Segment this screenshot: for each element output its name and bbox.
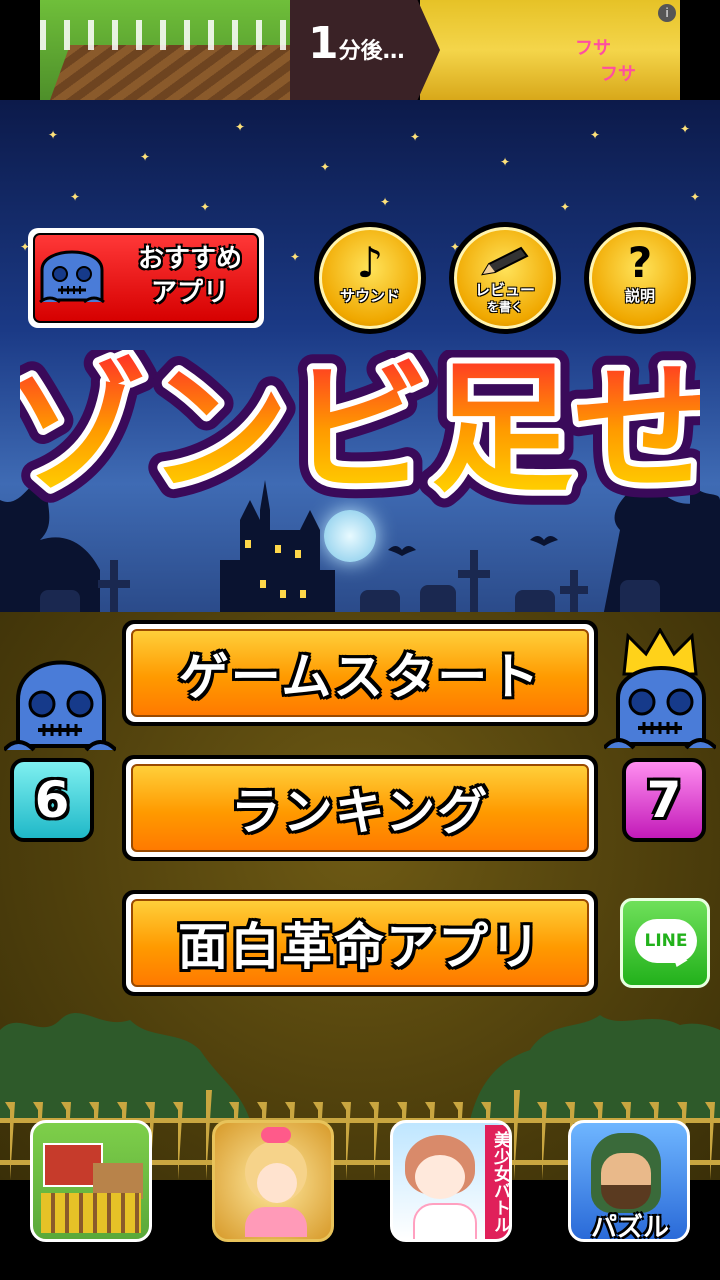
left-score-badge: 6: [10, 758, 94, 842]
question-icon: ?: [627, 238, 653, 287]
pencil-icon: [481, 246, 529, 276]
ranking-button[interactable]: ランキング: [122, 755, 598, 861]
right-score-badge: 7: [622, 758, 706, 842]
zombie-face-icon: [39, 250, 105, 304]
ranking-label: ランキング: [230, 783, 490, 841]
sound-label: サウンド: [339, 287, 400, 305]
app-title-puzzle: パズル: [590, 1213, 669, 1242]
game-start-button[interactable]: ゲームスタート: [122, 620, 598, 726]
app-title-bishoujo-battle: 美少女バトル: [485, 1125, 509, 1239]
game-title-text: ゾンビ足せ: [20, 350, 700, 510]
line-share-button[interactable]: LINE: [620, 898, 710, 988]
ad-text: 1分後…: [308, 18, 405, 69]
review-button[interactable]: レビュー を書く: [449, 222, 561, 334]
fun-revolution-apps-button[interactable]: 面白革命アプリ: [122, 890, 598, 996]
review-label: レビュー を書く: [474, 281, 535, 315]
recommend-apps-button[interactable]: おすすめ アプリ: [28, 228, 264, 328]
app-icon-puzzle[interactable]: パズル: [568, 1120, 690, 1242]
music-note-icon: ♪: [356, 238, 384, 287]
zombie-mascot-right-crowned: [604, 628, 716, 750]
ad-farm-field: [49, 45, 311, 100]
help-label: 説明: [624, 287, 655, 305]
help-button[interactable]: ? 説明: [584, 222, 696, 334]
sound-button[interactable]: ♪ サウンド: [314, 222, 426, 334]
ad-wheat-field: [420, 0, 680, 100]
game-start-label: ゲームスタート: [178, 648, 542, 706]
ad-sparkle-text-1: フサ: [575, 38, 611, 59]
ad-banner[interactable]: 1分後… フサ フサ i: [40, 0, 680, 100]
recommend-apps-label: おすすめ アプリ: [137, 244, 242, 308]
app-icon-bishoujo-battle[interactable]: 美少女バトル: [390, 1120, 512, 1242]
app-icon-princess[interactable]: [212, 1120, 334, 1242]
game-title-logo: ゾンビ足せ ゾンビ足せ ゾンビ足せ: [20, 350, 700, 510]
info-icon[interactable]: i: [658, 4, 676, 22]
line-label: LINE: [644, 931, 688, 951]
app-icon-farm[interactable]: [30, 1120, 152, 1242]
zombie-mascot-left: [4, 660, 116, 752]
fun-revolution-apps-label: 面白革命アプリ: [178, 918, 542, 976]
ad-sparkle-text-2: フサ: [600, 64, 636, 85]
ad-fence: [40, 20, 320, 50]
